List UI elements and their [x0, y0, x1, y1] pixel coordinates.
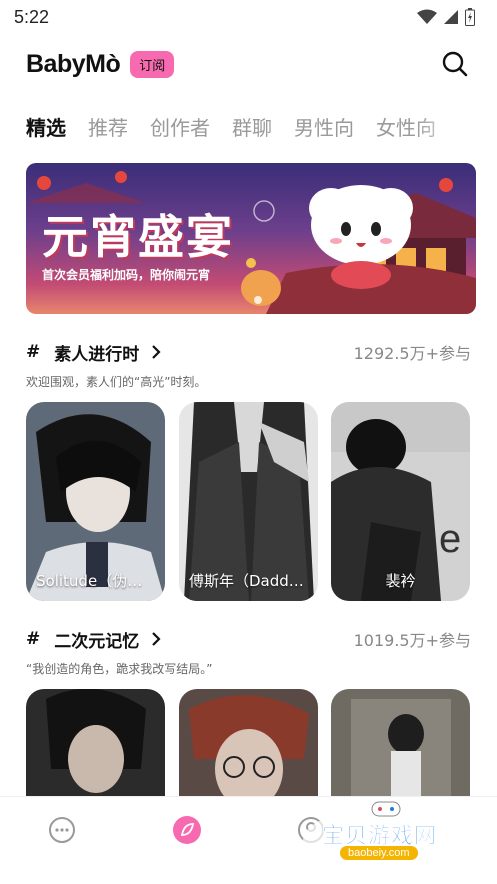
watermark-url: baobeiy.com: [340, 846, 418, 860]
battery-icon: [465, 8, 475, 26]
discover-icon[interactable]: [172, 815, 202, 845]
tab-recommended[interactable]: 推荐: [88, 112, 128, 141]
section-header[interactable]: # 素人进行时 1292.5万+参与: [26, 338, 471, 366]
banner-indicator: [254, 296, 262, 304]
status-icons: [417, 8, 475, 26]
svg-text:e: e: [439, 517, 461, 561]
hashtag-icon: #: [26, 342, 41, 362]
tab-male[interactable]: 男性向: [294, 112, 354, 141]
card-label: 傅斯年（Daddy）: [189, 572, 313, 590]
category-tabs: 精选 推荐 创作者 群聊 男性向 女性向: [26, 106, 476, 146]
status-bar: 5:22: [0, 0, 497, 34]
card-label: 裴衿: [385, 572, 416, 590]
section-description: “我创造的角色，跪求我改写结局。”: [26, 662, 213, 676]
character-card[interactable]: e 裴衿: [331, 402, 470, 601]
tab-featured[interactable]: 精选: [26, 112, 66, 141]
wifi-icon: [417, 9, 437, 24]
chat-icon[interactable]: [47, 815, 77, 845]
tab-creators[interactable]: 创作者: [150, 112, 210, 141]
promo-banner[interactable]: 元宵盛宴 首次会员福利加码，陪你闹元宵: [26, 163, 476, 314]
tabs-fade: [416, 100, 476, 150]
search-icon[interactable]: [441, 50, 469, 78]
participant-count: 1292.5万+参与: [353, 344, 471, 363]
participant-count: 1019.5万+参与: [353, 631, 471, 650]
section-title: 素人进行时: [54, 344, 140, 365]
banner-title: 元宵盛宴: [42, 210, 234, 264]
subscribe-button[interactable]: 订阅: [130, 50, 175, 78]
tab-group-chat[interactable]: 群聊: [232, 112, 272, 141]
site-watermark: 宝贝游戏网 baobeiy.com: [300, 800, 470, 876]
hashtag-icon: #: [26, 629, 41, 649]
chevron-right-icon: [152, 345, 161, 359]
banner-subtitle: 首次会员福利加码，陪你闹元宵: [42, 268, 211, 282]
status-time: 5:22: [14, 6, 50, 27]
character-card[interactable]: 傅斯年（Daddy）: [179, 402, 318, 601]
section-header[interactable]: # 二次元记忆 1019.5万+参与: [26, 625, 471, 653]
card-label: Solitude（伪骨...: [36, 572, 157, 590]
cell-signal-icon: [444, 10, 458, 24]
chevron-right-icon: [152, 632, 161, 646]
app-logo: BabyMò: [26, 49, 121, 78]
section-description: 欢迎围观，素人们的“高光”时刻。: [26, 375, 207, 389]
character-card[interactable]: Solitude（伪骨...: [26, 402, 165, 601]
app-header: BabyMò 订阅: [0, 40, 497, 88]
section-title: 二次元记忆: [54, 631, 140, 652]
